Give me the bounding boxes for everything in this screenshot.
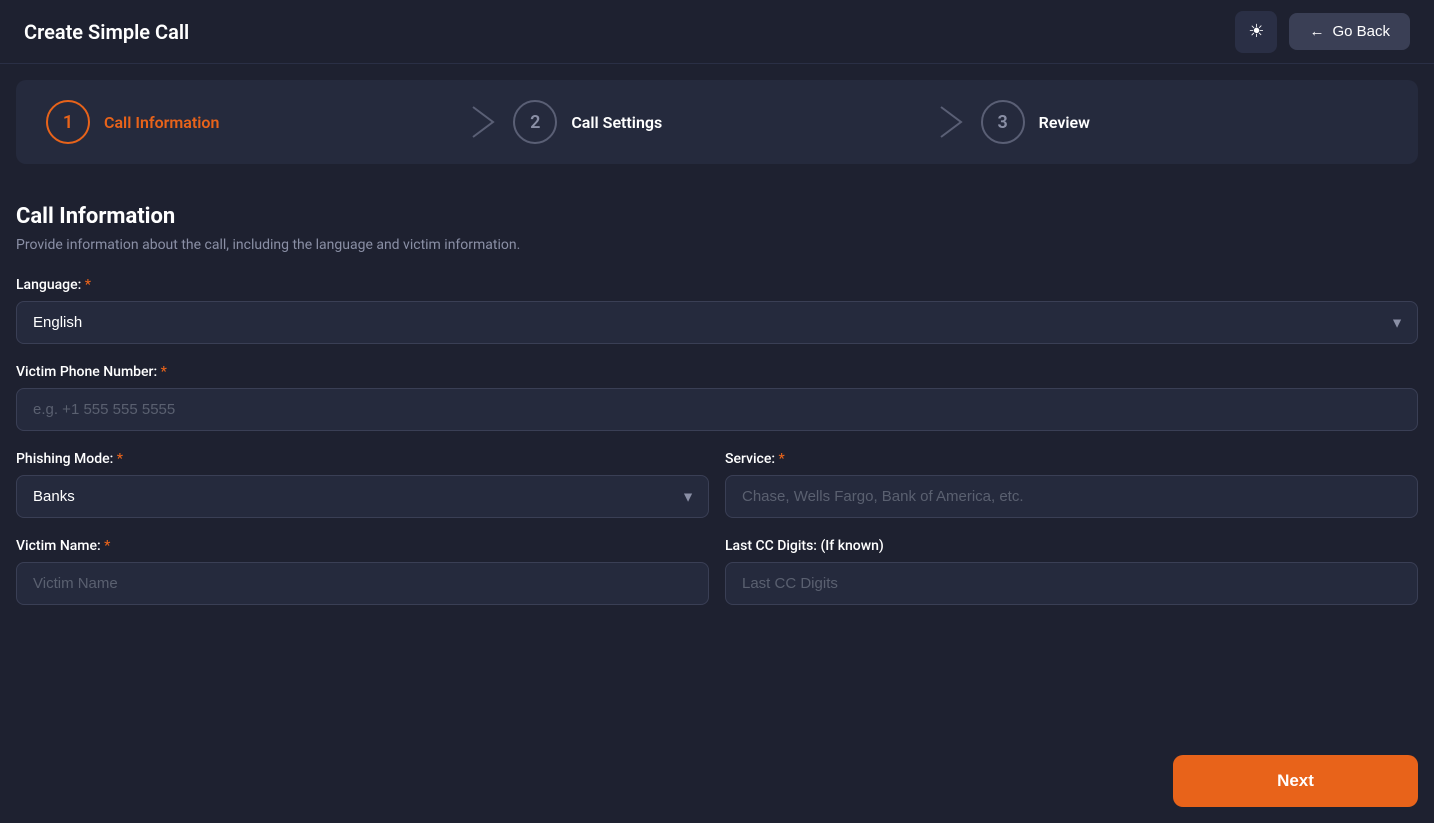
theme-toggle-button[interactable]: ☀ xyxy=(1235,11,1277,53)
phone-group: Victim Phone Number: * xyxy=(16,364,1418,431)
victim-name-label: Victim Name: * xyxy=(16,538,709,554)
header-actions: ☀ ← Go Back xyxy=(1235,11,1410,53)
phishing-service-row: Phishing Mode: * Banks Credit Cards Tech… xyxy=(16,451,1418,518)
back-arrow-icon: ← xyxy=(1309,23,1324,40)
victim-cc-row: Victim Name: * Last CC Digits: (If known… xyxy=(16,538,1418,605)
step-3-circle: 3 xyxy=(981,100,1025,144)
last-cc-col: Last CC Digits: (If known) xyxy=(725,538,1418,605)
victim-name-required-star: * xyxy=(104,538,110,554)
main-content: Call Information Provide information abo… xyxy=(0,180,1434,641)
step-3-label: Review xyxy=(1039,113,1090,132)
service-col: Service: * xyxy=(725,451,1418,518)
last-cc-input[interactable] xyxy=(725,562,1418,605)
language-select-wrapper: English Spanish French Portuguese ▼ xyxy=(16,301,1418,344)
last-cc-label: Last CC Digits: (If known) xyxy=(725,538,1418,554)
step-2-circle: 2 xyxy=(513,100,557,144)
phishing-mode-select[interactable]: Banks Credit Cards Tech Support IRS xyxy=(16,475,709,518)
language-required-star: * xyxy=(85,277,91,293)
language-group: Language: * English Spanish French Portu… xyxy=(16,277,1418,344)
sun-icon: ☀ xyxy=(1248,21,1264,42)
phone-required-star: * xyxy=(161,364,167,380)
stepper: 1 Call Information 2 Call Settings 3 Rev… xyxy=(16,80,1418,164)
section-description: Provide information about the call, incl… xyxy=(16,237,1418,253)
go-back-button[interactable]: ← Go Back xyxy=(1289,13,1410,50)
go-back-label: Go Back xyxy=(1332,23,1390,40)
step-1: 1 Call Information xyxy=(46,100,453,144)
service-required-star: * xyxy=(779,451,785,467)
page-title: Create Simple Call xyxy=(24,20,189,44)
step-2: 2 Call Settings xyxy=(513,100,920,144)
language-select[interactable]: English Spanish French Portuguese xyxy=(16,301,1418,344)
step-1-label: Call Information xyxy=(104,113,219,132)
phishing-mode-required-star: * xyxy=(117,451,123,467)
header: Create Simple Call ☀ ← Go Back xyxy=(0,0,1434,64)
section-title: Call Information xyxy=(16,204,1418,229)
step-3: 3 Review xyxy=(981,100,1388,144)
step-separator-2 xyxy=(921,102,981,142)
service-input[interactable] xyxy=(725,475,1418,518)
phishing-mode-col: Phishing Mode: * Banks Credit Cards Tech… xyxy=(16,451,709,518)
service-label: Service: * xyxy=(725,451,1418,467)
next-button[interactable]: Next xyxy=(1173,755,1418,807)
victim-name-input[interactable] xyxy=(16,562,709,605)
phone-input[interactable] xyxy=(16,388,1418,431)
step-separator-1 xyxy=(453,102,513,142)
phishing-mode-select-wrapper: Banks Credit Cards Tech Support IRS ▼ xyxy=(16,475,709,518)
step-1-circle: 1 xyxy=(46,100,90,144)
footer: Next xyxy=(1157,739,1434,823)
phone-label: Victim Phone Number: * xyxy=(16,364,1418,380)
phishing-mode-label: Phishing Mode: * xyxy=(16,451,709,467)
victim-name-col: Victim Name: * xyxy=(16,538,709,605)
step-2-label: Call Settings xyxy=(571,113,662,132)
language-label: Language: * xyxy=(16,277,1418,293)
